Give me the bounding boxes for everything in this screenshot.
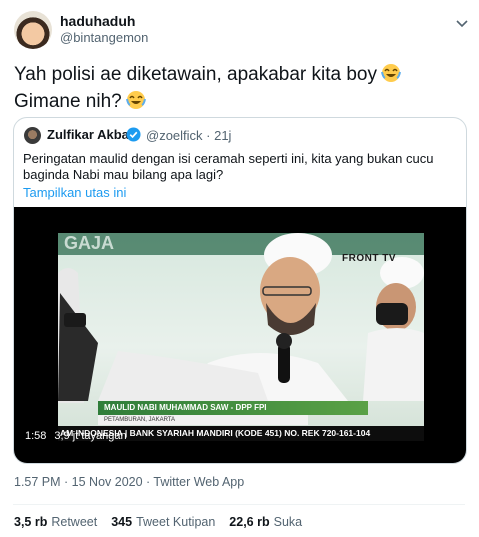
- quoted-tweet-card[interactable]: Zulfikar Akbar @zoelfick · 21j Peringata…: [13, 117, 467, 464]
- lower-third-title: MAULID NABI MUHAMMAD SAW - DPP FPI: [98, 401, 368, 415]
- laughing-emoji-icon: [125, 90, 146, 110]
- retweets-label: Retweet: [51, 515, 98, 529]
- likes-count: 22,6 rb: [229, 515, 270, 529]
- author-handle[interactable]: @bintangemon: [60, 30, 148, 45]
- quotes-count: 345: [111, 515, 133, 529]
- verified-badge-icon: [126, 127, 141, 142]
- quoted-author-name: Zulfikar Akbar: [47, 127, 134, 142]
- more-options-icon[interactable]: [453, 14, 471, 32]
- tweet-line-2: Gimane nih?: [14, 91, 122, 112]
- quoted-author-avatar: [24, 127, 41, 144]
- retweets-stat[interactable]: 3,5 rb Retweet: [14, 515, 97, 529]
- video-frame: GAJA FRONT TV MAULID NABI MUHAMMAD SAW -…: [58, 233, 424, 441]
- tweet-line-1: Yah polisi ae diketawain, apakabar kita …: [14, 64, 377, 85]
- video-views: 3,9 jt tayangan: [54, 430, 127, 442]
- tweet-text: Yah polisi ae diketawain, apakabar kita …: [14, 61, 454, 115]
- svg-text:GAJA: GAJA: [64, 233, 114, 253]
- lower-third-subtitle: PETAMBURAN, JAKARTA: [98, 415, 308, 425]
- video-duration: 1:58: [25, 430, 47, 442]
- video-info: 1:58 3,9 jt tayangan: [25, 430, 135, 442]
- quotes-stat[interactable]: 345 Tweet Kutipan: [111, 515, 215, 529]
- likes-stat[interactable]: 22,6 rb Suka: [229, 515, 302, 529]
- retweets-count: 3,5 rb: [14, 515, 48, 529]
- laughing-emoji-icon: [381, 63, 401, 83]
- divider: [13, 504, 465, 505]
- engagement-stats: 3,5 rb Retweet 345 Tweet Kutipan 22,6 rb Su…: [14, 515, 302, 529]
- video-player[interactable]: GAJA FRONT TV MAULID NABI MUHAMMAD SAW -…: [14, 207, 466, 463]
- tweet-metadata[interactable]: 1.57 PM · 15 Nov 2020 · Twitter Web App: [14, 475, 244, 489]
- show-thread-link[interactable]: Tampilkan utas ini: [23, 185, 126, 200]
- likes-label: Suka: [273, 515, 303, 529]
- quotes-label: Tweet Kutipan: [136, 515, 216, 529]
- quoted-tweet-text: Peringatan maulid dengan isi ceramah sep…: [23, 151, 434, 182]
- author-name[interactable]: haduhaduh: [60, 13, 135, 29]
- channel-logo: FRONT TV: [342, 253, 396, 264]
- quoted-author-handle: @zoelfick · 21j: [146, 128, 232, 143]
- author-avatar[interactable]: [14, 11, 52, 49]
